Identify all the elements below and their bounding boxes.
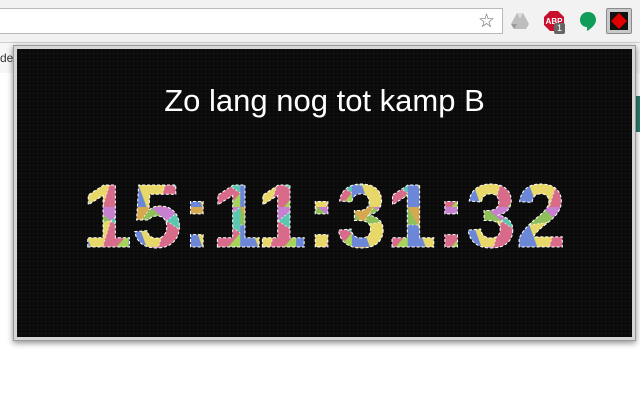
address-bar[interactable]: ☆ (0, 8, 503, 34)
popup-title: Zo lang nog tot kamp B (164, 83, 485, 118)
adblock-plus-icon[interactable]: ABP 1 (543, 10, 565, 34)
popup-body: Zo lang nog tot kamp B 15:11:31:32 (17, 49, 632, 337)
hangouts-icon[interactable] (577, 10, 599, 32)
bookmark-star-icon[interactable]: ☆ (478, 11, 495, 31)
countdown-display: 15:11:31:32 (82, 167, 567, 257)
countdown-timer-icon[interactable] (606, 8, 632, 34)
browser-toolbar: ☆ ABP 1 (0, 0, 640, 43)
extension-popup: Zo lang nog tot kamp B 15:11:31:32 (13, 45, 636, 341)
abp-badge: 1 (554, 23, 565, 34)
page-content-edge (636, 96, 640, 132)
google-drive-icon[interactable] (509, 10, 531, 32)
countdown-text: 15:11:31:32 (82, 167, 566, 257)
